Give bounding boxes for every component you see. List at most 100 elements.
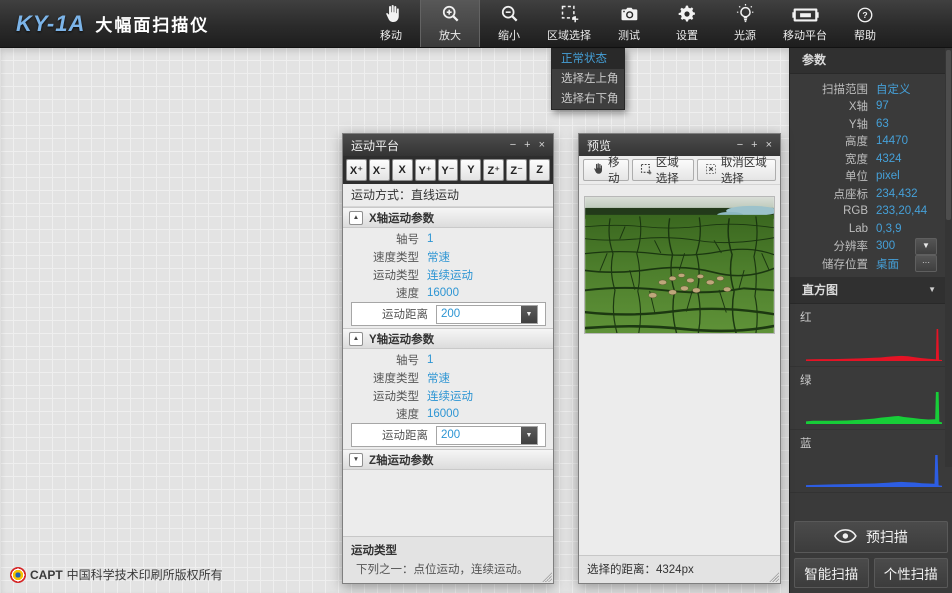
combobox-value: 200	[437, 308, 460, 320]
toolbar-item-help[interactable]: ? 帮助	[836, 0, 894, 47]
parameters-title: 参数	[802, 47, 826, 73]
collapse-up-icon[interactable]: ▲	[349, 211, 363, 225]
toolbar-item-label: 帮助	[854, 27, 876, 43]
motion-value[interactable]: 连续运动	[427, 267, 473, 283]
menu-item-select-bottom-right[interactable]: 选择右下角	[552, 89, 624, 109]
axis-button-z-plus[interactable]: Z⁺	[483, 159, 504, 181]
motion-label: 运动距离	[352, 427, 428, 443]
combobox-value: 200	[437, 429, 460, 441]
motion-panel-titlebar[interactable]: 运动平台 − + ×	[343, 134, 553, 156]
preview-toolbar: 移动 区域选择 取消区域选择	[579, 156, 780, 185]
motion-value[interactable]: 连续运动	[427, 388, 473, 404]
chevron-down-icon[interactable]: ▼	[521, 427, 537, 444]
area-select-icon	[559, 3, 580, 24]
resize-grip[interactable]	[769, 572, 779, 582]
toolbar-item-light-source[interactable]: 光源	[716, 0, 774, 47]
histogram-blue-block: 蓝	[790, 430, 952, 493]
axis-button-z[interactable]: Z	[529, 159, 550, 181]
axis-button-z-minus[interactable]: Z⁻	[506, 159, 527, 181]
preview-panel-controls: − + ×	[737, 139, 772, 151]
x-axis-rows: 轴号1 速度类型常速 运动类型连续运动 速度16000 运动距离 200 ▼	[343, 228, 553, 328]
panel-close-button[interactable]: ×	[766, 139, 772, 151]
section-header-y-axis[interactable]: ▲ Y轴运动参数	[343, 328, 553, 349]
param-label: 储存位置	[790, 256, 868, 272]
motion-value[interactable]: 常速	[427, 249, 450, 265]
panel-close-button[interactable]: ×	[539, 139, 545, 151]
motion-value[interactable]: 16000	[427, 408, 459, 420]
preview-area-select-button[interactable]: 区域选择	[632, 159, 694, 181]
motion-row: 运动类型连续运动	[343, 387, 553, 405]
axis-button-x-minus[interactable]: X⁻	[369, 159, 390, 181]
footer-title: 运动类型	[351, 542, 545, 558]
toolbar-item-settings[interactable]: 设置	[658, 0, 716, 47]
param-label: 点座标	[790, 186, 868, 202]
param-value: 233,20,44	[876, 205, 927, 217]
motion-value[interactable]: 1	[427, 354, 433, 366]
motion-row: 速度16000	[343, 284, 553, 302]
collapse-down-icon[interactable]: ▼	[349, 453, 363, 467]
prescan-button[interactable]: 预扫描	[794, 521, 948, 553]
motion-label: 轴号	[343, 231, 419, 247]
param-value: 63	[876, 118, 889, 130]
histogram-collapse-icon[interactable]: ▼	[928, 277, 936, 303]
panel-scrollbar[interactable]	[945, 47, 952, 467]
axis-buttons-row: X⁺ X⁻ X Y⁺ Y⁻ Y Z⁺ Z⁻ Z	[343, 156, 553, 184]
param-row-resolution: 分辨率300▼	[790, 238, 952, 256]
section-header-x-axis[interactable]: ▲ X轴运动参数	[343, 207, 553, 228]
axis-button-y[interactable]: Y	[460, 159, 481, 181]
toolbar-item-zoom-in[interactable]: 放大	[420, 0, 480, 47]
resolution-dropdown-button[interactable]: ▼	[915, 238, 937, 255]
histogram-red-chart	[806, 327, 952, 363]
preview-image[interactable]	[584, 196, 775, 334]
panel-maximize-button[interactable]: +	[751, 139, 757, 151]
chevron-down-icon[interactable]: ▼	[521, 306, 537, 323]
motion-panel-title: 运动平台	[351, 137, 399, 154]
section-title: Z轴运动参数	[369, 452, 434, 468]
toolbar-item-motion-platform[interactable]: 移动平台	[774, 0, 836, 47]
preview-button-label: 区域选择	[656, 154, 686, 186]
panel-minimize-button[interactable]: −	[510, 139, 516, 151]
smart-scan-button[interactable]: 智能扫描	[794, 558, 869, 588]
menu-item-select-top-left[interactable]: 选择左上角	[552, 69, 624, 89]
axis-button-x[interactable]: X	[392, 159, 413, 181]
preview-panel-titlebar[interactable]: 预览 − + ×	[579, 134, 780, 156]
preview-cancel-area-select-button[interactable]: 取消区域选择	[697, 159, 776, 181]
preview-move-button[interactable]: 移动	[583, 159, 629, 181]
param-row-y-axis: Y轴63	[790, 115, 952, 133]
param-value[interactable]: 300	[876, 240, 895, 252]
collapse-up-icon[interactable]: ▲	[349, 332, 363, 346]
hand-icon	[591, 162, 604, 178]
toolbar-item-test[interactable]: 测试	[600, 0, 658, 47]
distance-combobox[interactable]: 200 ▼	[436, 426, 538, 445]
toolbar-item-area-select[interactable]: 区域选择	[538, 0, 600, 47]
axis-button-y-minus[interactable]: Y⁻	[438, 159, 459, 181]
motion-value[interactable]: 1	[427, 233, 433, 245]
copyright-label: 中国科学技术印刷所版权所有	[67, 568, 223, 582]
scrollbar-thumb[interactable]	[946, 50, 951, 220]
cancel-area-select-icon	[705, 163, 717, 178]
axis-button-y-plus[interactable]: Y⁺	[415, 159, 436, 181]
custom-scan-button[interactable]: 个性扫描	[874, 558, 949, 588]
param-value[interactable]: 自定义	[876, 81, 911, 97]
storage-browse-button[interactable]: ···	[915, 255, 937, 272]
resize-grip[interactable]	[542, 572, 552, 582]
panel-minimize-button[interactable]: −	[737, 139, 743, 151]
param-value[interactable]: 桌面	[876, 256, 899, 272]
param-label: 宽度	[790, 151, 868, 167]
axis-button-x-plus[interactable]: X⁺	[346, 159, 367, 181]
toolbar-item-zoom-out[interactable]: 缩小	[480, 0, 538, 47]
motion-value[interactable]: 常速	[427, 370, 450, 386]
capt-logo-text: CAPT	[30, 568, 63, 582]
panel-maximize-button[interactable]: +	[524, 139, 530, 151]
param-label: 高度	[790, 133, 868, 149]
menu-item-normal-state[interactable]: 正常状态	[552, 49, 624, 69]
preview-panel: 预览 − + × 移动 区域选择 取消区域选择	[578, 133, 781, 584]
section-header-z-axis[interactable]: ▼ Z轴运动参数	[343, 449, 553, 470]
toolbar-item-move[interactable]: 移动	[362, 0, 420, 47]
distance-combobox[interactable]: 200 ▼	[436, 305, 538, 324]
top-toolbar: KY-1A 大幅面扫描仪 移动 放大 缩小 区域选择 测试 设置 光源	[0, 0, 952, 48]
motion-label: 运动类型	[343, 267, 419, 283]
motion-platform-panel: 运动平台 − + × X⁺ X⁻ X Y⁺ Y⁻ Y Z⁺ Z⁻ Z 运动方式：…	[342, 133, 554, 584]
motion-value[interactable]: 16000	[427, 287, 459, 299]
param-label: RGB	[790, 205, 868, 217]
